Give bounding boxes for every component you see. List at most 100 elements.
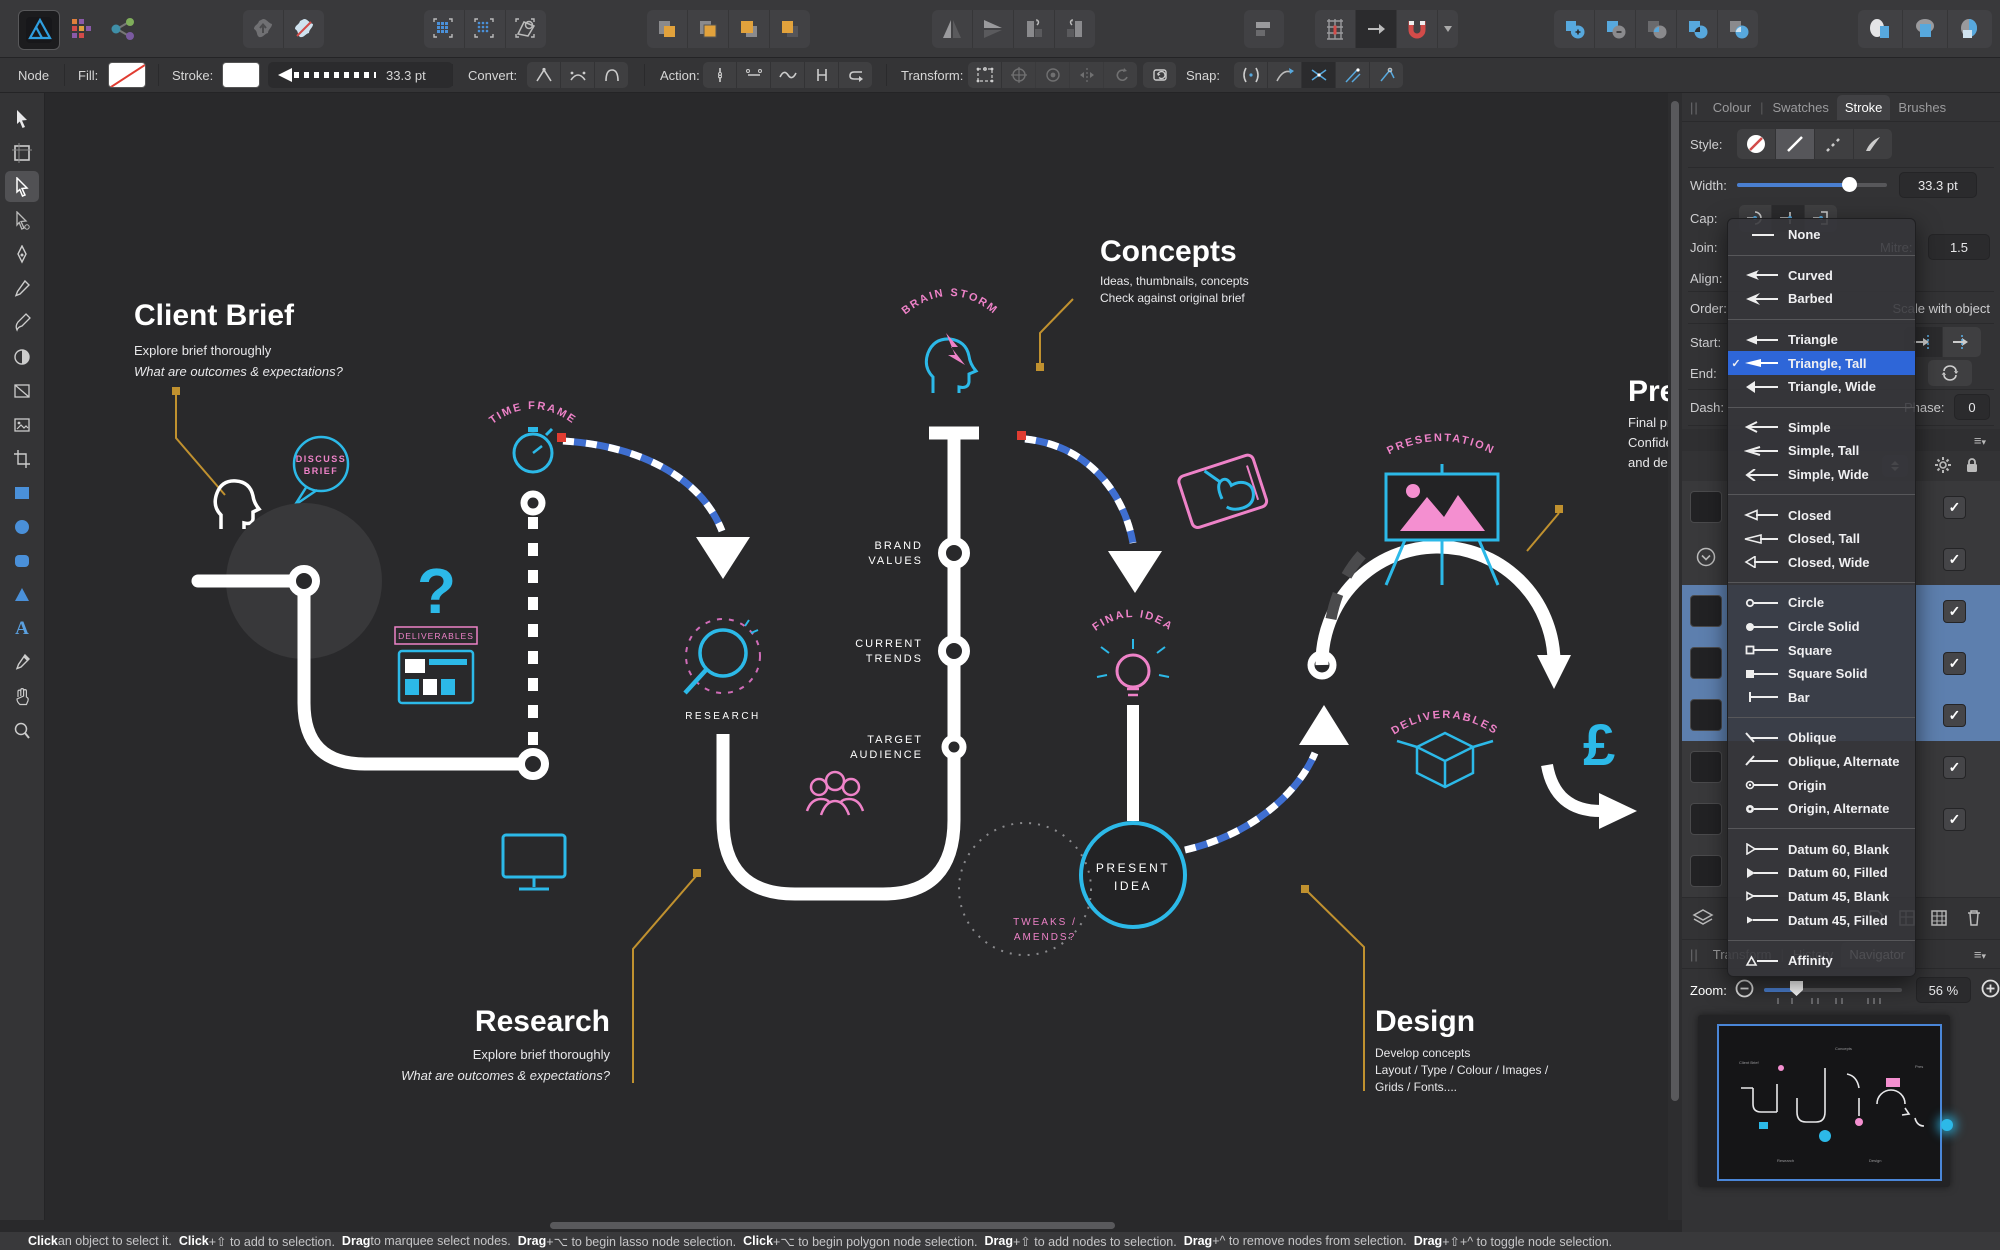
pen-tool[interactable] bbox=[5, 239, 39, 270]
document-canvas[interactable]: Client Brief Explore brief thoroughly Wh… bbox=[45, 93, 1668, 1220]
selected-curve-3[interactable] bbox=[1184, 751, 1319, 854]
insert-behind-icon[interactable] bbox=[1858, 10, 1903, 48]
expand-chevron-icon[interactable] bbox=[1696, 547, 1716, 570]
menu-item-oblique-alternate[interactable]: Oblique, Alternate bbox=[1728, 750, 1915, 774]
join-curves-icon[interactable] bbox=[805, 62, 839, 88]
vector-crop-tool[interactable] bbox=[5, 443, 39, 474]
pixel-persona-icon[interactable] bbox=[69, 10, 95, 48]
node-tool[interactable] bbox=[5, 171, 39, 202]
dot-grid-icon[interactable] bbox=[465, 10, 506, 48]
style-brush-icon[interactable] bbox=[1854, 129, 1892, 159]
app-logo-icon[interactable] bbox=[18, 10, 60, 50]
move-to-back-icon[interactable] bbox=[770, 10, 810, 48]
style-solid-icon[interactable] bbox=[1775, 129, 1815, 159]
horizontal-scrollbar[interactable] bbox=[45, 1220, 1668, 1231]
cycle-transform-icon[interactable] bbox=[1143, 62, 1176, 88]
ellipse-tool[interactable] bbox=[5, 511, 39, 542]
zoom-tool[interactable] bbox=[5, 715, 39, 746]
mirror-icon[interactable] bbox=[1070, 62, 1104, 88]
navigator-thumbnail[interactable]: Client Brief Concepts Research Design Pres bbox=[1698, 1015, 1953, 1187]
zoom-in-icon[interactable] bbox=[1981, 979, 2000, 1001]
smooth-curve-icon[interactable] bbox=[771, 62, 805, 88]
rounded-rectangle-tool[interactable] bbox=[5, 545, 39, 576]
rotate-copy-icon[interactable] bbox=[1104, 62, 1137, 88]
menu-item-datum-45-filled[interactable]: Datum 45, Filled bbox=[1728, 908, 1915, 932]
menu-item-none[interactable]: None bbox=[1728, 223, 1915, 247]
selected-curve-1[interactable] bbox=[562, 437, 726, 533]
menu-item-bar[interactable]: Bar bbox=[1728, 686, 1915, 710]
width-slider-knob[interactable] bbox=[1841, 177, 1857, 192]
selected-node-handle[interactable] bbox=[1017, 431, 1026, 440]
plane-edit-icon[interactable] bbox=[506, 10, 546, 48]
snap-curve-icon[interactable] bbox=[1268, 62, 1302, 88]
menu-item-square-solid[interactable]: Square Solid bbox=[1728, 662, 1915, 686]
menu-item-datum-45-blank[interactable]: Datum 45, Blank bbox=[1728, 885, 1915, 909]
tab-swatches[interactable]: Swatches bbox=[1764, 95, 1836, 120]
style-dash-icon[interactable] bbox=[1815, 129, 1854, 159]
menu-item-curved[interactable]: Curved bbox=[1728, 264, 1915, 288]
panel-grip[interactable]: || bbox=[1690, 947, 1699, 962]
menu-item-triangle-wide[interactable]: Triangle, Wide bbox=[1728, 375, 1915, 399]
menu-item-closed-wide[interactable]: Closed, Wide bbox=[1728, 551, 1915, 575]
boolean-subtract-icon[interactable] bbox=[1595, 10, 1636, 48]
menu-item-circle-solid[interactable]: Circle Solid bbox=[1728, 615, 1915, 639]
insert-inside-icon[interactable] bbox=[1903, 10, 1948, 48]
horizontal-scrollbar-thumb[interactable] bbox=[550, 1222, 1115, 1229]
tab-stroke[interactable]: Stroke bbox=[1836, 94, 1891, 120]
width-slider[interactable] bbox=[1736, 177, 1887, 192]
path-node-ring[interactable] bbox=[941, 734, 967, 760]
lock-icon[interactable] bbox=[1964, 456, 1980, 477]
layer-visibility-checkbox[interactable]: ✓ bbox=[1943, 496, 1966, 519]
export-persona-icon[interactable] bbox=[106, 10, 140, 48]
grid-table-icon[interactable] bbox=[1930, 909, 1948, 930]
layer-visibility-checkbox[interactable]: ✓ bbox=[1943, 756, 1966, 779]
zoom-out-icon[interactable] bbox=[1735, 979, 1754, 1001]
fill-tool[interactable] bbox=[5, 341, 39, 372]
alignment-icon[interactable] bbox=[1244, 10, 1284, 48]
layer-visibility-checkbox[interactable]: ✓ bbox=[1943, 600, 1966, 623]
flower-slash-icon[interactable] bbox=[284, 10, 324, 48]
rotate-cw-icon[interactable] bbox=[1055, 10, 1095, 48]
stroke-preview-well[interactable]: 33.3 pt bbox=[268, 62, 453, 88]
style-none-icon[interactable] bbox=[1737, 129, 1776, 159]
convert-smart-icon[interactable] bbox=[595, 62, 628, 88]
phase-field[interactable]: 0 bbox=[1954, 394, 1990, 420]
arrow-outside-icon[interactable] bbox=[1943, 327, 1981, 357]
menu-item-closed[interactable]: Closed bbox=[1728, 503, 1915, 527]
snapping-caret-icon[interactable] bbox=[1438, 10, 1458, 48]
boolean-xor-icon[interactable] bbox=[1677, 10, 1718, 48]
boolean-intersect-icon[interactable] bbox=[1636, 10, 1677, 48]
path-node-ring[interactable] bbox=[520, 490, 546, 516]
boolean-add-icon[interactable] bbox=[1554, 10, 1595, 48]
boolean-divide-icon[interactable] bbox=[1718, 10, 1758, 48]
snap-nodes-icon[interactable] bbox=[1234, 62, 1268, 88]
menu-item-barbed[interactable]: Barbed bbox=[1728, 287, 1915, 311]
rectangle-tool[interactable] bbox=[5, 477, 39, 508]
tab-colour[interactable]: Colour bbox=[1705, 95, 1759, 120]
move-backward-icon[interactable] bbox=[729, 10, 770, 48]
move-forward-icon[interactable] bbox=[688, 10, 729, 48]
flip-vertical-icon[interactable] bbox=[973, 10, 1014, 48]
vector-brush-tool[interactable] bbox=[5, 307, 39, 338]
transform-origin-icon[interactable] bbox=[1002, 62, 1036, 88]
menu-item-datum-60-filled[interactable]: Datum 60, Filled bbox=[1728, 861, 1915, 885]
artistic-text-tool[interactable]: A bbox=[5, 613, 39, 644]
view-hand-tool[interactable] bbox=[5, 681, 39, 712]
layer-visibility-checkbox[interactable]: ✓ bbox=[1943, 652, 1966, 675]
triangle-tool[interactable] bbox=[5, 579, 39, 610]
navigator-menu-icon[interactable]: ≡▾ bbox=[1974, 947, 1986, 962]
swap-ends-icon[interactable] bbox=[1928, 360, 1972, 386]
menu-item-datum-60-blank[interactable]: Datum 60, Blank bbox=[1728, 837, 1915, 861]
zoom-slider-knob[interactable] bbox=[1789, 980, 1804, 997]
snap-geometry-icon[interactable] bbox=[1302, 62, 1336, 88]
hide-selection-icon[interactable] bbox=[1036, 62, 1070, 88]
stroke-swatch[interactable] bbox=[222, 62, 260, 88]
selected-node-handle[interactable] bbox=[557, 433, 566, 442]
layer-settings-gear-icon[interactable] bbox=[1934, 456, 1952, 477]
grid-snap-icon[interactable] bbox=[1315, 10, 1356, 48]
flip-horizontal-icon[interactable] bbox=[932, 10, 973, 48]
snap-construction-icon[interactable] bbox=[1336, 62, 1370, 88]
path-node-ring[interactable] bbox=[517, 748, 549, 780]
close-curve-icon[interactable] bbox=[737, 62, 771, 88]
navigator-viewport[interactable]: Client Brief Concepts Research Design Pres bbox=[1717, 1024, 1942, 1181]
